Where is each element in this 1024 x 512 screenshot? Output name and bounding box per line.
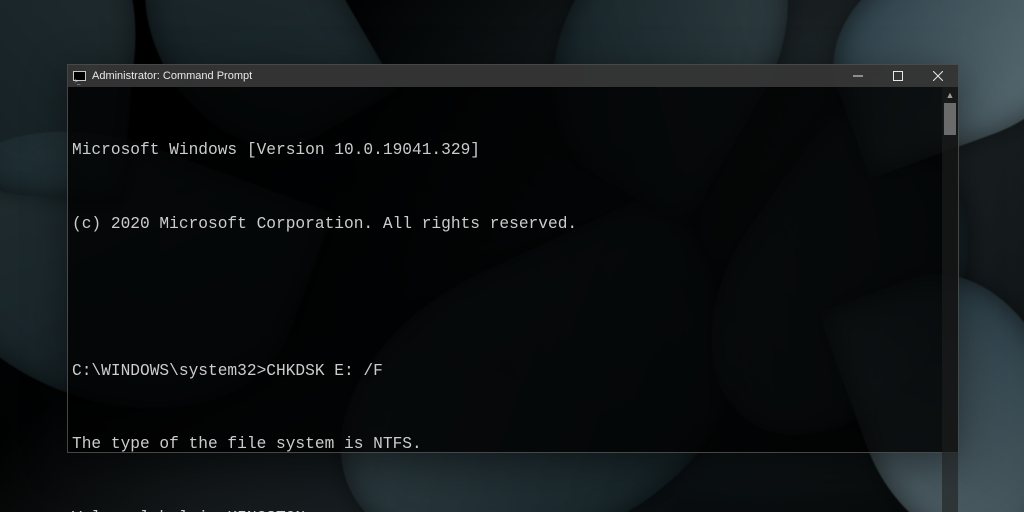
console-line: (c) 2020 Microsoft Corporation. All righ… [72,212,938,237]
console-line: The type of the file system is NTFS. [72,432,938,457]
cmd-icon [68,71,90,81]
maximize-button[interactable] [878,65,918,87]
window-title: Administrator: Command Prompt [90,65,252,87]
maximize-icon [893,71,903,81]
vertical-scrollbar[interactable]: ▲ ▼ [942,87,958,512]
console-line: Volume label is KINGSTON. [72,506,938,512]
client-area: Microsoft Windows [Version 10.0.19041.32… [68,87,958,512]
console-line [72,285,938,310]
minimize-icon [853,71,863,81]
minimize-button[interactable] [838,65,878,87]
close-icon [933,71,943,81]
console-line: Microsoft Windows [Version 10.0.19041.32… [72,138,938,163]
console-line: C:\WINDOWS\system32>CHKDSK E: /F [72,359,938,384]
close-button[interactable] [918,65,958,87]
scroll-up-arrow-icon[interactable]: ▲ [942,87,958,103]
command-prompt-window: Administrator: Command Prompt Microsoft … [67,64,959,453]
desktop-background: Administrator: Command Prompt Microsoft … [0,0,1024,512]
console-output[interactable]: Microsoft Windows [Version 10.0.19041.32… [68,87,942,512]
titlebar[interactable]: Administrator: Command Prompt [68,65,958,87]
scrollbar-thumb[interactable] [944,103,956,135]
